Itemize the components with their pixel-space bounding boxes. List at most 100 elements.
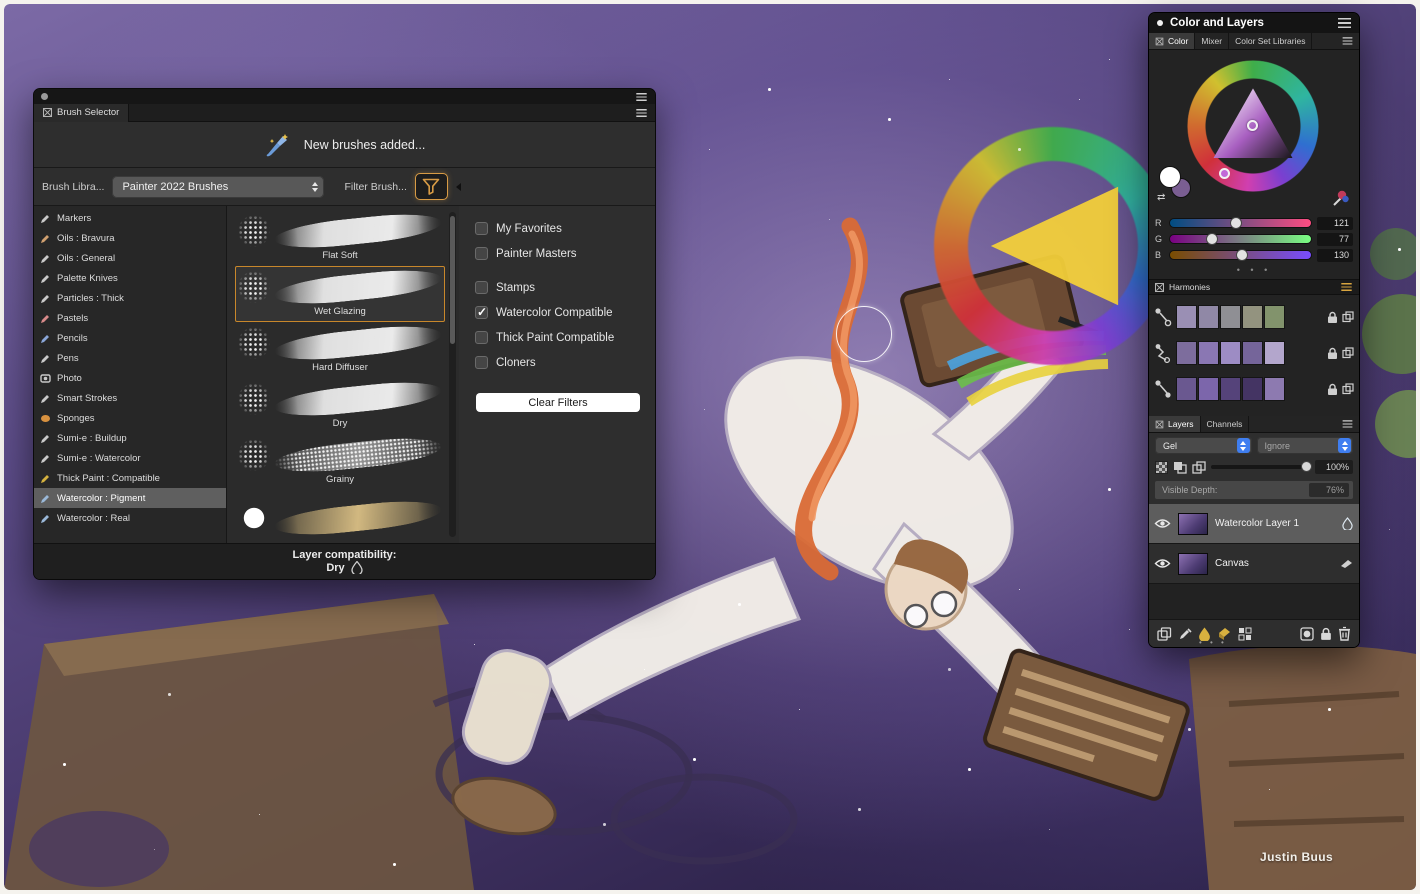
composite-method-dropdown[interactable]: Gel [1155, 437, 1252, 454]
slider-knob[interactable] [1301, 461, 1312, 472]
tab-menu-icon[interactable] [1343, 37, 1353, 45]
close-tab-icon[interactable] [43, 108, 52, 117]
brush-category-item[interactable]: Oils : Bravura [34, 228, 226, 248]
brush-variant-item[interactable]: Flat Soft [235, 210, 445, 266]
color-sample-icon[interactable] [1331, 188, 1349, 211]
new-dynamic-layer-icon[interactable] [1178, 627, 1192, 641]
copy-harmony-icon[interactable] [1342, 383, 1354, 395]
harmony-swatch[interactable] [1220, 305, 1241, 329]
new-layer-mask-icon[interactable] [1300, 627, 1314, 641]
harmony-swatch[interactable] [1242, 341, 1263, 365]
harmony-swatch[interactable] [1198, 305, 1219, 329]
checkbox[interactable] [475, 306, 488, 319]
layer-row[interactable]: Watercolor Layer 1 [1149, 504, 1359, 544]
blue-value[interactable]: 130 [1317, 249, 1353, 262]
brush-category-item[interactable]: Sumi-e : Buildup [34, 428, 226, 448]
harmony-row[interactable] [1154, 302, 1354, 332]
panel-menu-icon[interactable] [636, 93, 646, 101]
hue-knob[interactable] [1219, 168, 1230, 179]
lock-icon[interactable] [1327, 383, 1338, 396]
preserve-transparency-icon[interactable] [1155, 461, 1168, 474]
green-value[interactable]: 77 [1317, 233, 1353, 246]
brush-variant-item[interactable] [235, 490, 445, 543]
layer-mask-icon[interactable] [1173, 461, 1187, 474]
pick-up-underlying-icon[interactable] [1192, 461, 1206, 474]
brush-category-item[interactable]: Photo [34, 368, 226, 388]
visible-depth-row[interactable]: Visible Depth: 76% [1155, 481, 1353, 499]
harmony-swatch[interactable] [1198, 341, 1219, 365]
tab-brush-selector[interactable]: Brush Selector [34, 104, 129, 122]
opacity-value[interactable]: 100% [1315, 460, 1353, 474]
brush-category-item[interactable]: Thick Paint : Compatible [34, 468, 226, 488]
close-tab-icon[interactable] [1155, 283, 1164, 292]
brush-category-item[interactable]: Watercolor : Pigment [34, 488, 226, 508]
close-tab-icon[interactable] [1156, 420, 1164, 428]
red-slider[interactable] [1169, 218, 1312, 228]
copy-harmony-icon[interactable] [1342, 311, 1354, 323]
opacity-slider[interactable] [1211, 465, 1310, 469]
brush-category-item[interactable]: Pastels [34, 308, 226, 328]
lock-icon[interactable] [1327, 311, 1338, 324]
brush-variant-item[interactable]: Grainy [235, 434, 445, 490]
harmonies-menu-icon[interactable] [1341, 283, 1351, 291]
new-layer-icon[interactable] [1157, 627, 1172, 641]
harmony-row[interactable] [1154, 338, 1354, 368]
filter-painter-masters[interactable]: Painter Masters [475, 241, 641, 266]
brush-selector-titlebar[interactable] [34, 89, 655, 104]
tab-menu-icon[interactable] [1343, 420, 1353, 428]
brush-library-dropdown[interactable]: Painter 2022 Brushes [112, 176, 324, 198]
clear-filters-button[interactable]: Clear Filters [476, 393, 640, 412]
toolbar-dots[interactable]: • • • [1199, 638, 1227, 647]
checkbox[interactable] [475, 356, 488, 369]
brush-category-item[interactable]: Smart Strokes [34, 388, 226, 408]
tab-menu-icon[interactable] [636, 109, 646, 117]
layer-row[interactable]: Canvas [1149, 544, 1359, 584]
harmony-swatch[interactable] [1242, 305, 1263, 329]
main-color-swatch[interactable] [1159, 166, 1181, 188]
brush-category-item[interactable]: Pens [34, 348, 226, 368]
tab-color-set-libraries[interactable]: Color Set Libraries [1229, 33, 1312, 49]
swap-colors-icon[interactable]: ⇄ [1157, 192, 1165, 203]
visibility-eye-icon[interactable] [1154, 518, 1171, 529]
harmony-swatch[interactable] [1220, 377, 1241, 401]
harmony-swatch[interactable] [1242, 377, 1263, 401]
color-layers-titlebar[interactable]: Color and Layers [1149, 13, 1359, 33]
harmony-swatch[interactable] [1176, 305, 1197, 329]
red-value[interactable]: 121 [1317, 217, 1353, 230]
scrollbar-thumb[interactable] [450, 216, 455, 344]
lock-layer-icon[interactable] [1320, 627, 1332, 641]
copy-harmony-icon[interactable] [1342, 347, 1354, 359]
filter-watercolor-compatible[interactable]: Watercolor Compatible [475, 300, 641, 325]
checkbox[interactable] [475, 247, 488, 260]
brush-category-item[interactable]: Markers [34, 208, 226, 228]
harmony-swatch[interactable] [1264, 377, 1285, 401]
tab-layers[interactable]: Layers [1149, 416, 1201, 432]
harmony-swatch[interactable] [1264, 341, 1285, 365]
visibility-eye-icon[interactable] [1154, 558, 1171, 569]
filter-stamps[interactable]: Stamps [475, 275, 641, 300]
brush-category-item[interactable]: Watercolor : Real [34, 508, 226, 528]
brush-category-item[interactable]: Sponges [34, 408, 226, 428]
layer-group-icon[interactable] [1238, 627, 1252, 641]
variant-scrollbar[interactable] [449, 212, 456, 537]
brush-category-item[interactable]: Palette Knives [34, 268, 226, 288]
composite-depth-dropdown[interactable]: Ignore [1257, 437, 1354, 454]
brush-category-item[interactable]: Particles : Thick [34, 288, 226, 308]
filter-thick-paint-compatible[interactable]: Thick Paint Compatible [475, 325, 641, 350]
green-slider[interactable] [1169, 234, 1312, 244]
panel-dot-icon[interactable] [1157, 20, 1163, 26]
checkbox[interactable] [475, 281, 488, 294]
harmony-row[interactable] [1154, 374, 1354, 404]
harmony-swatch[interactable] [1220, 341, 1241, 365]
filter-my-favorites[interactable]: My Favorites [475, 216, 641, 241]
brush-variant-item[interactable]: Dry [235, 378, 445, 434]
close-tab-icon[interactable] [1156, 37, 1164, 45]
harmony-swatch[interactable] [1176, 341, 1197, 365]
sv-knob[interactable] [1247, 120, 1258, 131]
delete-layer-icon[interactable] [1338, 626, 1351, 641]
brush-variant-item[interactable]: Wet Glazing [235, 266, 445, 322]
brush-category-item[interactable]: Oils : General [34, 248, 226, 268]
harmonies-header[interactable]: Harmonies [1149, 279, 1359, 295]
lock-icon[interactable] [1327, 347, 1338, 360]
checkbox[interactable] [475, 222, 488, 235]
